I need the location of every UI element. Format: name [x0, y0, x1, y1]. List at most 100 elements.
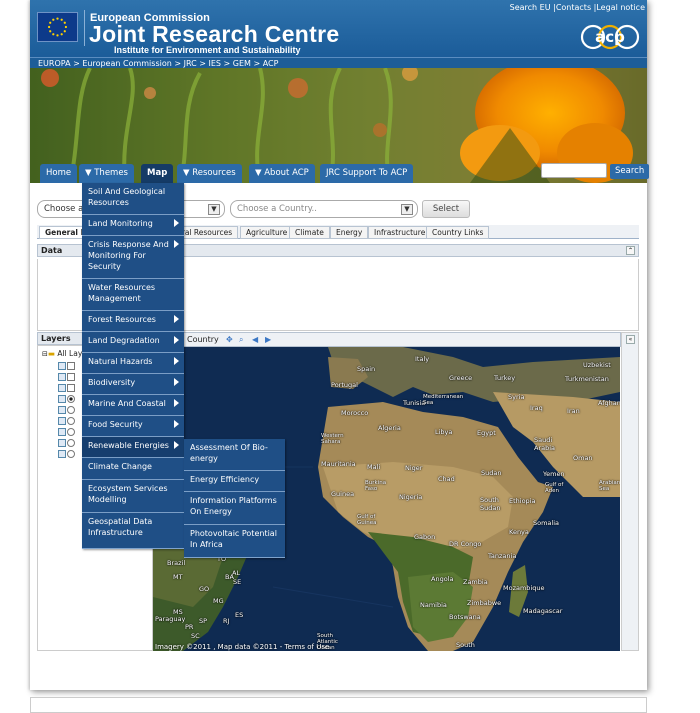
submenu-item-label: Assessment Of Bio-energy [190, 443, 268, 463]
nav-home[interactable]: Home [40, 164, 78, 183]
submenu-item-photovoltaic[interactable]: Photovoltaic Potential In Africa [184, 525, 285, 558]
menu-item-label: Marine And Coastal [88, 399, 166, 408]
submenu-item-bio-energy[interactable]: Assessment Of Bio-energy [184, 439, 285, 471]
chevron-down-icon[interactable]: ▼ [208, 204, 220, 215]
layer-icon [58, 373, 66, 381]
layer-row[interactable] [58, 371, 75, 382]
layer-row[interactable] [58, 360, 75, 371]
country-select[interactable]: Choose a Country.. ▼ [230, 200, 418, 218]
contacts-link[interactable]: Contacts [556, 3, 591, 12]
chevron-down-icon[interactable]: ▼ [401, 204, 413, 215]
menu-item-crisis-response[interactable]: Crisis Response And Monitoring For Secur… [82, 236, 184, 279]
forward-icon[interactable]: ▶ [265, 333, 271, 346]
page-footer [30, 697, 647, 713]
search-eu-link[interactable]: Search EU [510, 3, 551, 12]
submenu-item-energy-efficiency[interactable]: Energy Efficiency [184, 471, 285, 492]
layer-radio[interactable] [67, 428, 75, 436]
menu-item-label: Ecosystem Services Modelling [88, 484, 168, 504]
map-label: Zimbabwe [467, 599, 502, 607]
collapse-icon[interactable]: ⌃ [626, 246, 635, 255]
map-label: Oman [573, 454, 593, 462]
menu-item-ecosystem-services[interactable]: Ecosystem Services Modelling [82, 480, 184, 513]
back-icon[interactable]: ◀ [252, 333, 258, 346]
folder-icon: ▬ [47, 349, 55, 358]
menu-item-natural-hazards[interactable]: Natural Hazards [82, 353, 184, 374]
layer-radio[interactable] [67, 395, 75, 403]
map-label: Afghan [598, 399, 620, 407]
menu-item-climate-change[interactable]: Climate Change [82, 458, 184, 480]
layer-icon [58, 428, 66, 436]
search-input[interactable] [541, 163, 607, 178]
pan-icon[interactable]: ✥ [226, 333, 233, 346]
menu-item-marine-coastal[interactable]: Marine And Coastal [82, 395, 184, 416]
search-button[interactable]: Search [610, 164, 650, 179]
layer-checkbox[interactable] [67, 373, 75, 381]
map-label: Botswana [449, 613, 481, 621]
nav-about-acp[interactable]: ▼ About ACP [249, 164, 315, 183]
layer-radio[interactable] [67, 417, 75, 425]
menu-item-renewable-energies[interactable]: Renewable Energies [82, 437, 184, 458]
zoom-icon[interactable]: ⌕ [239, 333, 243, 346]
eu-flag-icon[interactable] [37, 12, 78, 42]
layer-row[interactable] [58, 393, 75, 404]
layer-row[interactable] [58, 448, 75, 459]
nav-resources[interactable]: ▼ Resources [177, 164, 242, 183]
tab-agriculture[interactable]: Agriculture [240, 226, 294, 239]
nav-jrc-support[interactable]: JRC Support To ACP [320, 164, 414, 183]
map-label: Uzbekist [583, 361, 611, 369]
menu-item-water-resources[interactable]: Water Resources Management [82, 279, 184, 311]
layer-checkbox[interactable] [67, 384, 75, 392]
map-label: GO [199, 585, 210, 593]
tab-climate[interactable]: Climate [289, 226, 330, 239]
map-label: Ethiopia [509, 497, 536, 505]
nav-map[interactable]: Map [141, 164, 174, 183]
map-label: Chad [438, 475, 455, 483]
map-label: Burkina Faso [365, 480, 387, 492]
layer-row[interactable] [58, 382, 75, 393]
tab-country-links[interactable]: Country Links [426, 226, 490, 239]
map-credit[interactable]: Imagery ©2011 , Map data ©2011 - Terms o… [155, 643, 329, 651]
layer-radio[interactable] [67, 450, 75, 458]
menu-item-land-monitoring[interactable]: Land Monitoring [82, 215, 184, 236]
menu-item-biodiversity[interactable]: Biodiversity [82, 374, 184, 395]
breadcrumb[interactable]: EUROPA > European Commission > JRC > IES… [30, 57, 647, 68]
layer-radio[interactable] [67, 439, 75, 447]
map-label: MT [173, 573, 183, 581]
layer-radio[interactable] [67, 406, 75, 414]
menu-item-land-degradation[interactable]: Land Degradation [82, 332, 184, 353]
tab-infrastructure[interactable]: Infrastructure [368, 226, 432, 239]
submenu-item-information-platforms[interactable]: Information Platforms On Energy [184, 492, 285, 525]
tab-energy[interactable]: Energy [330, 226, 369, 239]
layer-icon [58, 362, 66, 370]
layer-row[interactable] [58, 437, 75, 448]
map-label: Morocco [341, 409, 369, 417]
layer-tree-root[interactable]: ⊟▬ All Lay [42, 348, 82, 359]
menu-item-label: Natural Hazards [88, 357, 153, 366]
menu-item-label: Water Resources Management [88, 283, 156, 303]
layer-icon [58, 417, 66, 425]
map-label: Spain [357, 365, 376, 373]
layer-checkbox[interactable] [67, 362, 75, 370]
nav-themes[interactable]: ▼ Themes [79, 164, 134, 183]
map-label: Namibia [420, 601, 447, 609]
map-label: Sudan [481, 469, 502, 477]
select-button[interactable]: Select [422, 200, 470, 218]
acp-logo-icon[interactable]: acp [580, 20, 640, 54]
map-label: RJ [223, 617, 230, 625]
map-label: Guinea [331, 490, 355, 498]
collapse-right-icon[interactable]: « [626, 335, 635, 344]
legal-notice-link[interactable]: Legal notice [596, 3, 645, 12]
layer-row[interactable] [58, 426, 75, 437]
site-title[interactable]: Joint Research Centre [89, 21, 339, 48]
layer-row[interactable] [58, 404, 75, 415]
layer-row[interactable] [58, 415, 75, 426]
chevron-right-icon [174, 399, 179, 407]
menu-item-food-security[interactable]: Food Security [82, 416, 184, 437]
menu-item-forest-resources[interactable]: Forest Resources [82, 311, 184, 332]
menu-item-geospatial-data[interactable]: Geospatial Data Infrastructure [82, 513, 184, 549]
map-label: Iran [567, 407, 580, 415]
menu-item-soil[interactable]: Soil And Geological Resources [82, 183, 184, 215]
chevron-right-icon [174, 240, 179, 248]
site-header: European Commission Joint Research Centr… [30, 0, 647, 57]
map-label: Somalia [533, 519, 560, 527]
